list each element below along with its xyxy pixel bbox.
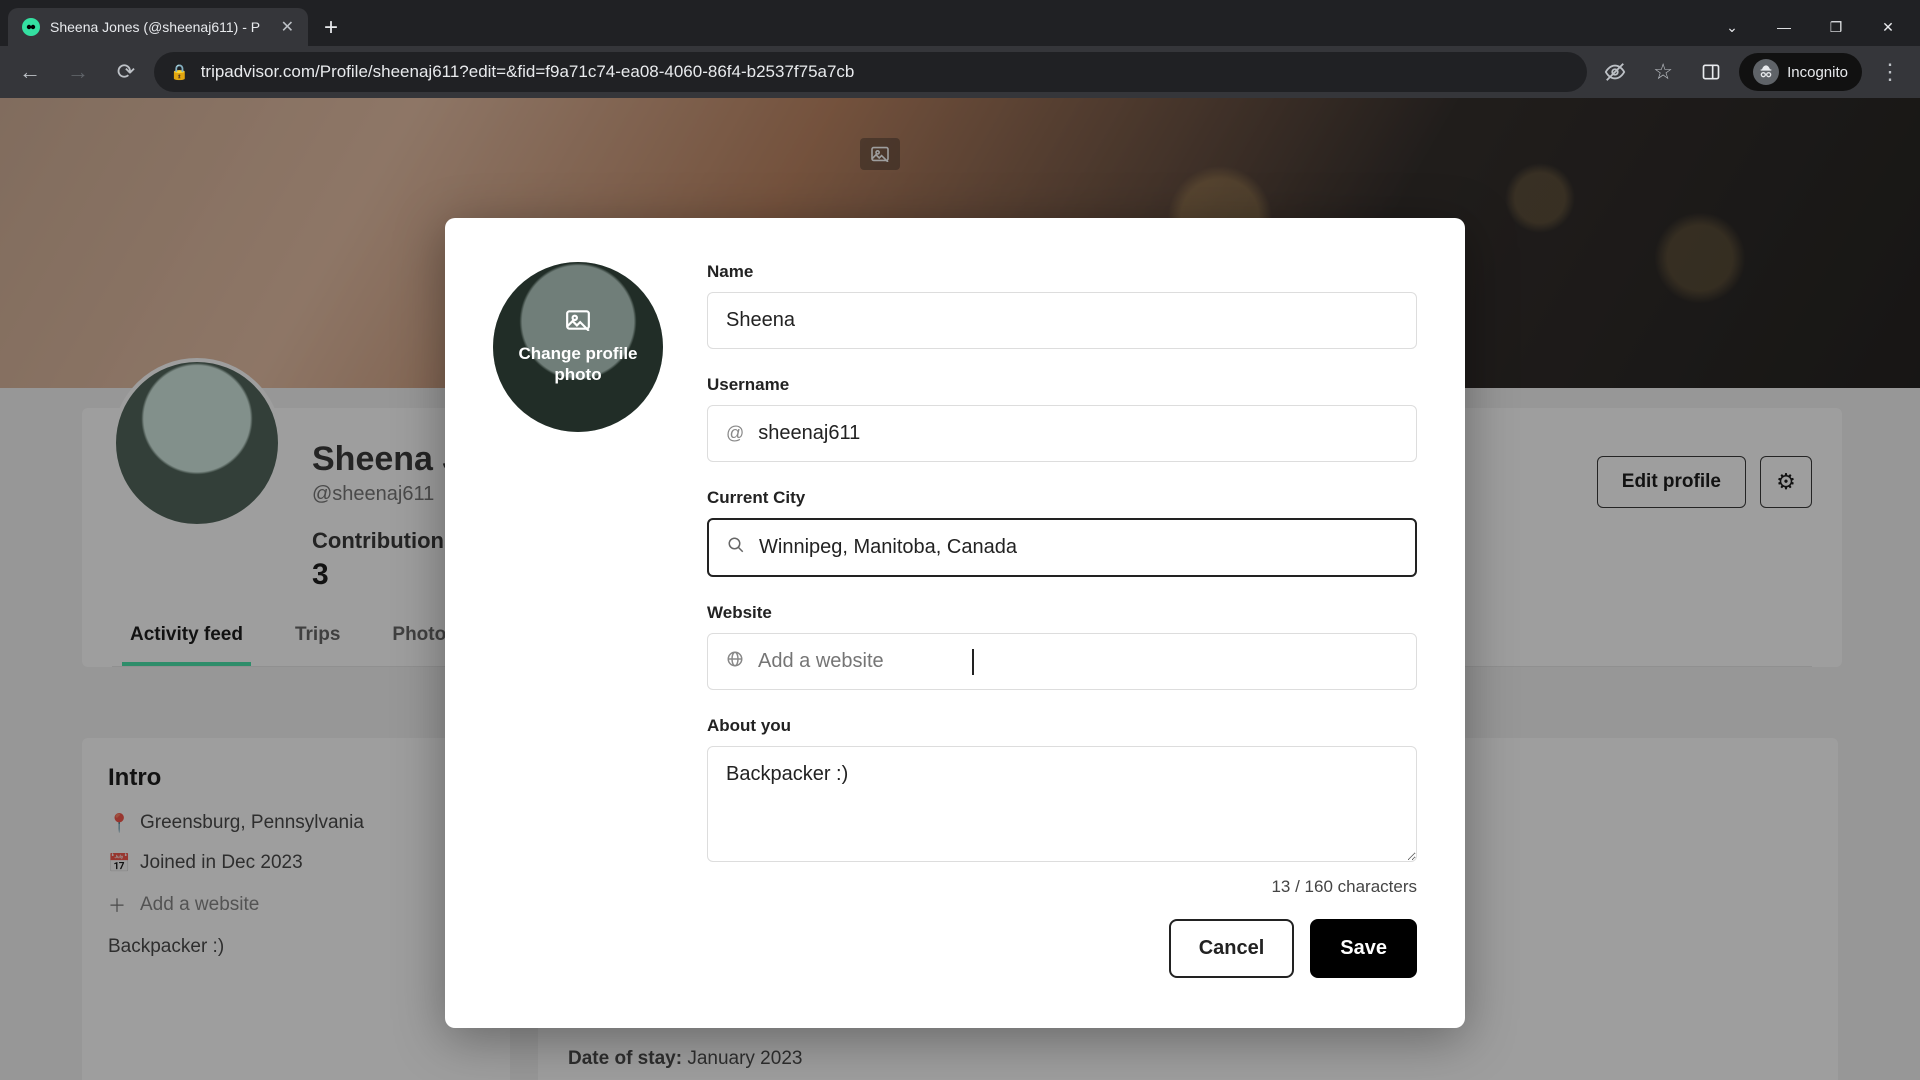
incognito-chip[interactable]: Incognito — [1739, 53, 1862, 91]
browser-tab[interactable]: Sheena Jones (@sheenaj611) - P ✕ — [8, 8, 308, 46]
character-count: 13 / 160 characters — [707, 877, 1417, 897]
website-field-label: Website — [707, 603, 1417, 623]
globe-icon — [726, 650, 744, 673]
new-tab-button[interactable]: + — [308, 14, 354, 46]
tab-title: Sheena Jones (@sheenaj611) - P — [50, 19, 271, 35]
username-input-wrap[interactable]: @ — [707, 405, 1417, 462]
change-photo-label: Change profile photo — [508, 344, 647, 385]
edit-profile-modal: Change profile photo Name Username @ Cur… — [445, 218, 1465, 1028]
bookmark-star-icon[interactable]: ☆ — [1643, 52, 1683, 92]
url-text: tripadvisor.com/Profile/sheenaj611?edit=… — [201, 62, 855, 82]
at-icon: @ — [726, 423, 744, 444]
close-tab-icon[interactable]: ✕ — [281, 17, 294, 37]
page-viewport: Sheena J @sheenaj611 Contributions 3 Edi… — [0, 98, 1920, 1080]
website-input-wrap[interactable] — [707, 633, 1417, 690]
incognito-hat-icon — [1753, 59, 1779, 85]
cancel-button[interactable]: Cancel — [1169, 919, 1295, 978]
city-input-wrap[interactable] — [707, 518, 1417, 577]
maximize-icon[interactable]: ❐ — [1812, 12, 1860, 42]
reload-button[interactable]: ⟳ — [106, 52, 146, 92]
website-input[interactable] — [758, 634, 1398, 689]
about-field-label: About you — [707, 716, 1417, 736]
search-icon — [727, 536, 745, 559]
lock-icon: 🔒 — [170, 63, 189, 81]
name-field-label: Name — [707, 262, 1417, 282]
change-profile-photo-button[interactable]: Change profile photo — [493, 262, 663, 432]
kebab-menu-icon[interactable]: ⋮ — [1870, 52, 1910, 92]
incognito-label: Incognito — [1787, 64, 1848, 81]
about-textarea[interactable] — [707, 746, 1417, 862]
name-input[interactable] — [707, 292, 1417, 349]
forward-button: → — [58, 52, 98, 92]
image-icon — [565, 309, 591, 338]
city-field-label: Current City — [707, 488, 1417, 508]
favicon-icon — [22, 18, 40, 36]
text-cursor — [972, 649, 974, 675]
minimize-icon[interactable]: — — [1760, 12, 1808, 42]
chevron-down-icon[interactable]: ⌄ — [1708, 12, 1756, 42]
side-panel-icon[interactable] — [1691, 52, 1731, 92]
city-input[interactable] — [759, 520, 1397, 575]
incognito-eye-icon[interactable] — [1595, 52, 1635, 92]
close-window-icon[interactable]: ✕ — [1864, 12, 1912, 42]
username-field-label: Username — [707, 375, 1417, 395]
address-bar[interactable]: 🔒 tripadvisor.com/Profile/sheenaj611?edi… — [154, 52, 1587, 92]
username-input[interactable] — [758, 406, 1398, 461]
tab-strip: Sheena Jones (@sheenaj611) - P ✕ + ⌄ — ❐… — [0, 0, 1920, 46]
browser-toolbar: ← → ⟳ 🔒 tripadvisor.com/Profile/sheenaj6… — [0, 46, 1920, 98]
back-button[interactable]: ← — [10, 52, 50, 92]
save-button[interactable]: Save — [1310, 919, 1417, 978]
window-controls: ⌄ — ❐ ✕ — [1708, 8, 1920, 46]
